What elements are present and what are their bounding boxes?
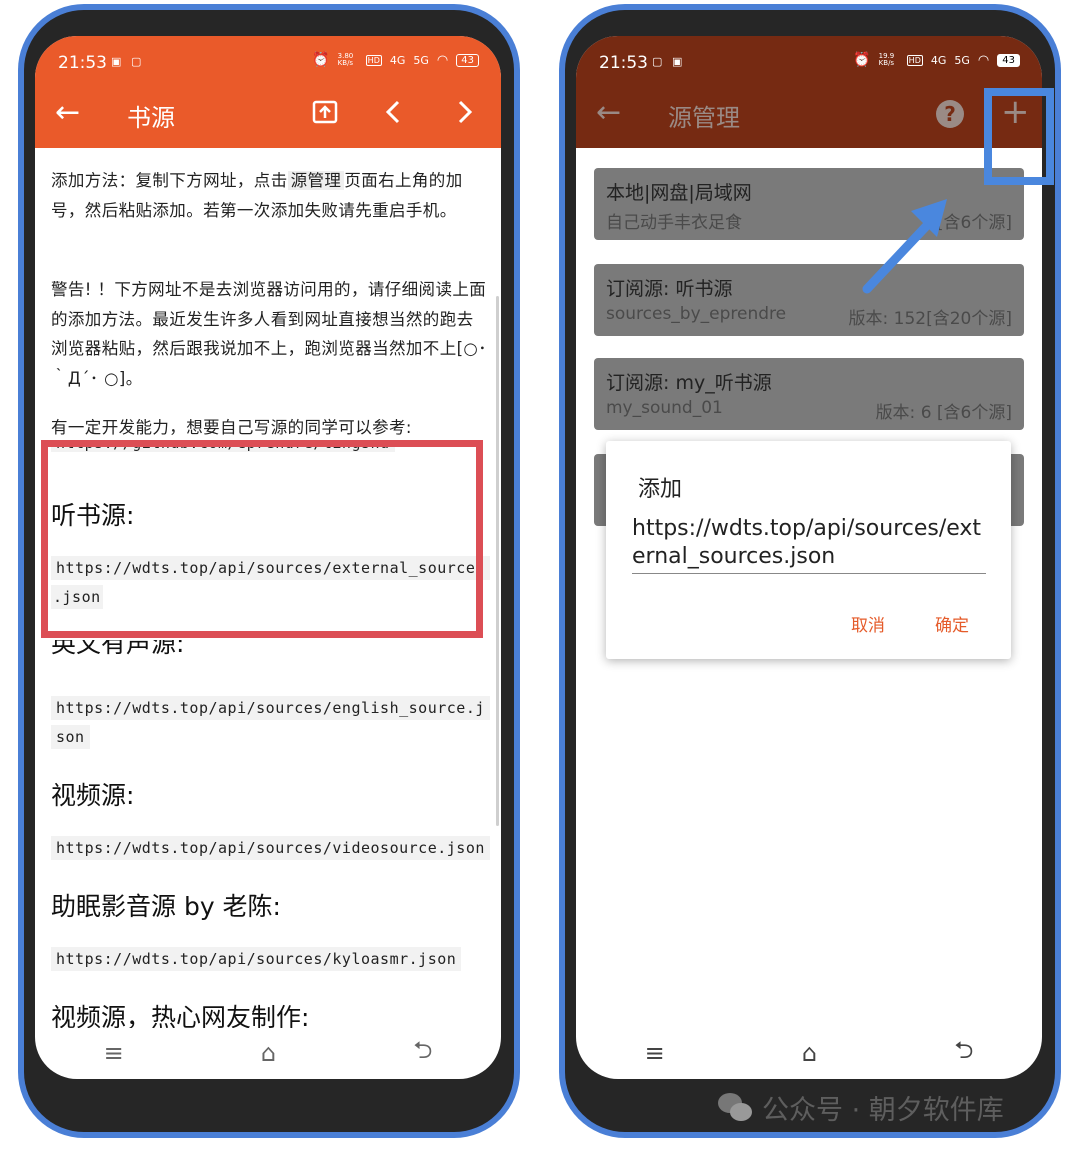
status-time: 21:53 xyxy=(58,53,107,73)
source-url[interactable]: https://wdts.top/api/sources/english_sou… xyxy=(51,696,490,720)
warning-paragraph: 警告! ！下方网址不是去浏览器访问用的，请仔细阅读上面的添加方法。最近发生许多人… xyxy=(51,275,487,393)
arrow-left-icon[interactable]: ← xyxy=(596,98,621,128)
scrollbar[interactable] xyxy=(496,296,499,826)
source-manager-code: 源管理 xyxy=(287,171,345,190)
watermark-text: 公众号 · 朝夕软件库 xyxy=(762,1095,1004,1126)
app-toolbar: ← 源管理 ? + xyxy=(576,86,1042,148)
home-icon[interactable]: ⌂ xyxy=(261,1039,276,1067)
intro-paragraph: 添加方法：复制下方网址，点击 源管理 页面右上角的加号，然后粘贴添加。若第一次添加失… xyxy=(51,166,487,225)
card-subtitle: 自己动手丰衣足食 xyxy=(606,213,742,233)
battery-indicator: 43 xyxy=(997,53,1020,67)
back-icon[interactable]: ⮌ xyxy=(954,1033,973,1074)
alarm-icon: ⏰ xyxy=(853,52,871,68)
status-time: 21:53 xyxy=(599,53,648,73)
section-heading: 英文有声源: xyxy=(51,640,185,658)
signal-4g: 4G xyxy=(930,53,947,67)
card-title: 订阅源: my_听书源 xyxy=(606,372,772,394)
alarm-icon: ⏰ xyxy=(312,52,330,68)
net-speed: 3.80 KB/s xyxy=(337,52,354,67)
notification-icon: ▢ xyxy=(131,55,142,68)
pointer-arrow-icon xyxy=(862,199,947,294)
chevron-left-icon[interactable] xyxy=(383,98,403,132)
card-title: 订阅源: 听书源 xyxy=(606,278,733,300)
menu-icon[interactable]: ≡ xyxy=(645,1039,665,1067)
open-external-icon[interactable] xyxy=(311,98,339,132)
heading-clip: 英文有声源: xyxy=(51,640,184,660)
help-icon[interactable]: ? xyxy=(936,100,964,128)
system-nav-bar: ≡ ⌂ ⮌ xyxy=(576,1027,1042,1079)
home-icon[interactable]: ⌂ xyxy=(802,1039,817,1067)
dev-note: 有一定开发能力，想要自己写源的同学可以参考: xyxy=(51,418,412,437)
card-info: 版本: 6 [含6个源] xyxy=(875,403,1012,423)
status-bar: 21:53 ▣ ▢ ⏰ 3.80 KB/s HD 4G 5G ◠ 43 xyxy=(35,36,501,86)
back-icon[interactable]: ⮌ xyxy=(413,1033,432,1074)
card-info: 版本: 152[含20个源] xyxy=(848,309,1012,329)
status-bar: 21:53 ▢ ▣ ⏰ 19.9 KB/s HD 4G 5G ◠ 43 xyxy=(576,36,1042,86)
battery-indicator: 43 xyxy=(456,53,479,67)
status-right: ⏰ 19.9 KB/s HD 4G 5G ◠ 43 xyxy=(853,52,1020,68)
add-dialog: 添加 https://wdts.top/api/sources/external… xyxy=(606,441,1011,659)
section-heading: 助眠影音源 by 老陈: xyxy=(51,892,281,921)
page-title: 源管理 xyxy=(668,104,740,132)
url-block: https://wdts.top/api/sources/videosource… xyxy=(51,834,501,863)
wechat-icon xyxy=(718,1092,754,1123)
highlight-blue-box xyxy=(984,88,1054,185)
notification-icon: ▣ xyxy=(672,55,683,68)
system-nav-bar: ≡ ⌂ ⮌ xyxy=(35,1027,501,1079)
watermark: 公众号 · 朝夕软件库 xyxy=(718,1088,1004,1127)
url-block: https://wdts.top/api/sources/english_sou… xyxy=(51,694,501,752)
signal-5g: 5G xyxy=(954,53,970,67)
card-subtitle: my_sound_01 xyxy=(606,398,723,418)
signal-4g: 4G xyxy=(389,53,406,67)
notification-icon: ▣ xyxy=(111,55,122,68)
notification-icon: ▢ xyxy=(652,55,663,68)
url-input[interactable]: https://wdts.top/api/sources/external_so… xyxy=(632,515,986,574)
wifi-icon: ◠ xyxy=(436,52,449,68)
intro-text: 添加方法：复制下方网址，点击 xyxy=(51,171,288,190)
dev-paragraph: 有一定开发能力，想要自己写源的同学可以参考: xyxy=(51,413,487,443)
dialog-title: 添加 xyxy=(638,477,683,502)
app-toolbar: ← 书源 xyxy=(35,86,501,148)
source-url[interactable]: son xyxy=(51,725,90,749)
hd-badge: HD xyxy=(365,54,382,66)
url-block: https://wdts.top/api/sources/kyloasmr.js… xyxy=(51,945,501,974)
cancel-button[interactable]: 取消 xyxy=(851,611,885,636)
page-title: 书源 xyxy=(127,104,175,132)
card-title: 本地|网盘|局域网 xyxy=(606,182,752,204)
source-url[interactable]: https://wdts.top/api/sources/kyloasmr.js… xyxy=(51,947,462,971)
section-heading: 视频源，热心网友制作: xyxy=(51,1003,310,1028)
net-speed: 19.9 KB/s xyxy=(878,52,895,67)
ok-button[interactable]: 确定 xyxy=(935,611,969,636)
source-url[interactable]: https://wdts.top/api/sources/videosource… xyxy=(51,836,490,860)
section-heading: 视频源: xyxy=(51,781,135,810)
signal-5g: 5G xyxy=(413,53,429,67)
menu-icon[interactable]: ≡ xyxy=(104,1039,124,1067)
chevron-right-icon[interactable] xyxy=(455,98,475,132)
source-card[interactable]: 订阅源: my_听书源 my_sound_01 版本: 6 [含6个源] xyxy=(594,358,1024,430)
warning-text: 警告! ！下方网址不是去浏览器访问用的，请仔细阅读上面的添加方法。最近发生许多人… xyxy=(51,280,487,388)
card-subtitle: sources_by_eprendre xyxy=(606,304,787,324)
hd-badge: HD xyxy=(906,54,923,66)
status-right: ⏰ 3.80 KB/s HD 4G 5G ◠ 43 xyxy=(312,52,479,68)
right-screen: 21:53 ▢ ▣ ⏰ 19.9 KB/s HD 4G 5G ◠ 43 ← 源管… xyxy=(576,36,1042,1079)
highlight-red-box xyxy=(41,440,483,638)
wifi-icon: ◠ xyxy=(977,52,990,68)
arrow-left-icon[interactable]: ← xyxy=(55,98,80,128)
